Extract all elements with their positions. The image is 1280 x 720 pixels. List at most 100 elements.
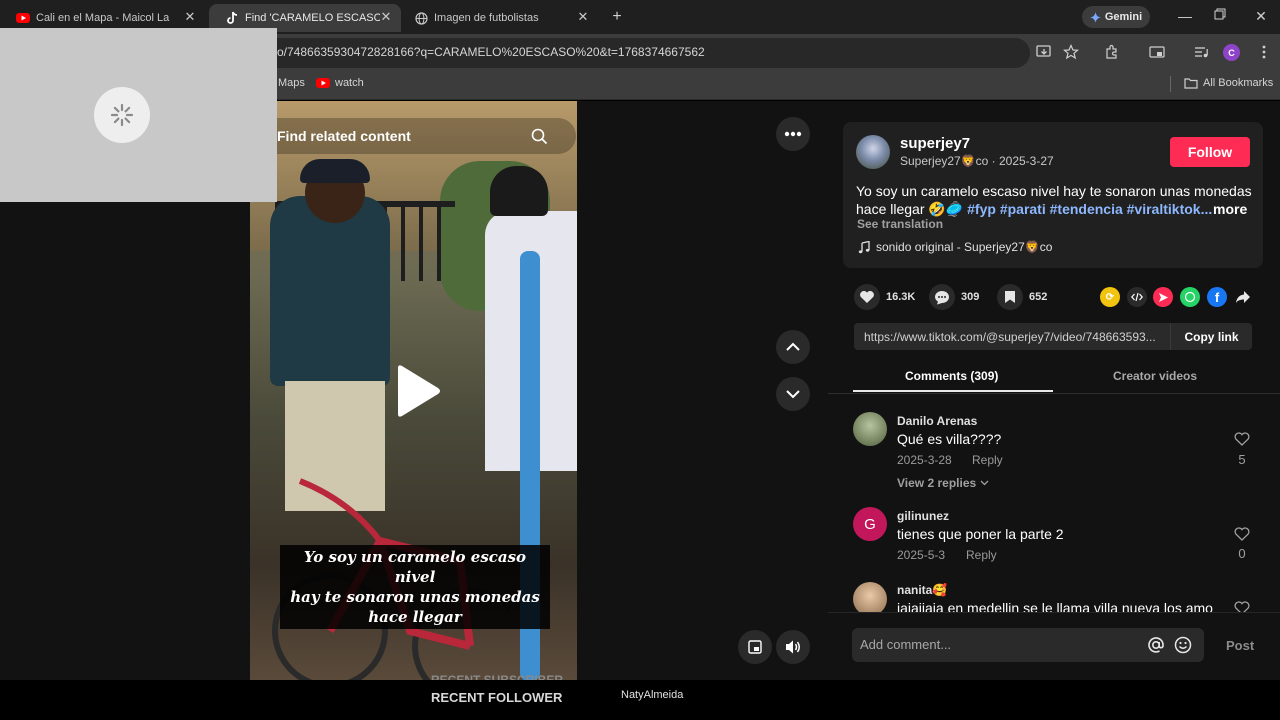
- bookmark-maps[interactable]: Maps: [278, 77, 305, 89]
- like-button[interactable]: 16.3K: [854, 284, 915, 310]
- extensions-icon[interactable]: [1104, 44, 1120, 60]
- person-right-hat: [490, 166, 548, 216]
- comment-placeholder: Add comment...: [860, 637, 952, 652]
- author-avatar[interactable]: [856, 135, 890, 169]
- media-controls-icon[interactable]: [1193, 44, 1209, 60]
- commenter-name[interactable]: nanita🥰: [897, 583, 947, 597]
- volume-button[interactable]: [776, 630, 810, 664]
- tab-creator-videos[interactable]: Creator videos: [1113, 369, 1197, 383]
- folder-icon: [1184, 77, 1198, 89]
- gemini-label: Gemini: [1104, 11, 1143, 23]
- sound-link[interactable]: sonido original - Superjey27🦁co: [858, 240, 1052, 254]
- bookmark-star-icon[interactable]: [1063, 44, 1079, 60]
- commenter-avatar[interactable]: G: [853, 507, 887, 541]
- comment-date: 2025-5-3: [897, 548, 946, 562]
- globe-icon: [414, 11, 428, 25]
- video-caption: Yo soy un caramelo escaso nivel hay te s…: [280, 545, 550, 629]
- comment-button[interactable]: 309: [929, 284, 979, 310]
- comment-heart-icon[interactable]: [1234, 527, 1250, 543]
- install-app-icon[interactable]: [1036, 44, 1052, 60]
- emoji-icon[interactable]: [1174, 636, 1192, 654]
- commenter-avatar[interactable]: [853, 412, 887, 446]
- person-left-shirt: [270, 196, 390, 386]
- profile-avatar[interactable]: C: [1223, 44, 1240, 61]
- all-bookmarks[interactable]: All Bookmarks: [1184, 77, 1273, 89]
- reply-button[interactable]: Reply: [972, 453, 1003, 467]
- whatsapp-icon[interactable]: [1180, 287, 1200, 307]
- commenter-avatar[interactable]: [853, 582, 887, 616]
- like-count: 16.3K: [886, 291, 916, 303]
- embed-icon[interactable]: [1127, 287, 1147, 307]
- commenter-name[interactable]: gilinunez: [897, 509, 949, 523]
- chevron-down-icon: [785, 389, 801, 399]
- gemini-icon: [1089, 11, 1101, 23]
- caption-line-3: hace llegar: [368, 608, 462, 626]
- bookmark-watch[interactable]: watch: [316, 77, 364, 89]
- play-icon[interactable]: [392, 364, 442, 418]
- gemini-button[interactable]: Gemini: [1082, 6, 1150, 28]
- repost-icon[interactable]: ⟳: [1100, 287, 1120, 307]
- new-tab-button[interactable]: +: [609, 9, 625, 25]
- comment-heart-icon[interactable]: [1234, 432, 1250, 448]
- view-replies-button[interactable]: View 2 replies: [897, 476, 989, 490]
- tab-title: Imagen de futbolistas: [434, 12, 539, 24]
- picture-in-picture-button[interactable]: [738, 630, 772, 664]
- loading-spinner-icon: [94, 87, 150, 143]
- picture-in-picture-icon: [747, 639, 763, 655]
- active-tab-indicator: [853, 390, 1053, 392]
- commenter-name[interactable]: Danilo Arenas: [897, 414, 977, 428]
- tiktok-icon: [225, 11, 239, 25]
- comment-like-count: 0: [1238, 546, 1246, 561]
- next-video-button[interactable]: [776, 377, 810, 411]
- copy-link-button[interactable]: Copy link: [1170, 323, 1252, 350]
- person-left-cap: [300, 159, 370, 183]
- comment-heart-icon[interactable]: [1234, 601, 1250, 612]
- post-comment-button[interactable]: Post: [1226, 638, 1254, 653]
- mention-icon[interactable]: [1147, 636, 1165, 654]
- close-tab-icon[interactable]: ✕: [379, 10, 393, 24]
- description-hashtags[interactable]: #fyp #parati #tendencia #viraltiktok...: [967, 201, 1212, 217]
- youtube-icon: [16, 11, 30, 25]
- bookmark-label: Maps: [278, 77, 305, 89]
- bookmarks-divider: [1170, 76, 1171, 92]
- close-window-icon[interactable]: ✕: [1253, 8, 1269, 24]
- youtube-icon: [316, 78, 330, 88]
- previous-video-button[interactable]: [776, 330, 810, 364]
- follow-button[interactable]: Follow: [1170, 137, 1250, 167]
- chevron-up-icon: [785, 342, 801, 352]
- comment-text: Qué es villa????: [897, 431, 1002, 447]
- caption-line-2: hay te sonaron unas monedas: [290, 588, 540, 606]
- reply-button[interactable]: Reply: [966, 548, 997, 562]
- kebab-menu-icon[interactable]: [1256, 44, 1272, 60]
- video-link[interactable]: https://www.tiktok.com/@superjey7/video/…: [864, 330, 1164, 344]
- save-button[interactable]: 652: [997, 284, 1047, 310]
- url-text[interactable]: o/7486635930472828166?q=CARAMELO%20ESCAS…: [277, 45, 705, 59]
- save-count: 652: [1029, 291, 1048, 303]
- tab-futbolistas[interactable]: Imagen de futbolistas ✕: [398, 4, 598, 32]
- more-button[interactable]: more: [1213, 201, 1247, 217]
- comment-text: tienes que poner la parte 2: [897, 526, 1064, 542]
- share-arrow-icon[interactable]: [1233, 287, 1253, 307]
- tab-title: Cali en el Mapa - Maicol La M: [36, 12, 171, 24]
- maximize-icon[interactable]: [1214, 8, 1230, 24]
- tab-comments[interactable]: Comments (309): [905, 369, 998, 383]
- recent-follower-label: RECENT FOLLOWER: [431, 690, 563, 705]
- facebook-icon[interactable]: f: [1207, 287, 1227, 307]
- sound-name: sonido original - Superjey27🦁co: [876, 240, 1053, 254]
- video-search-placeholder: Find related content: [277, 128, 411, 144]
- see-translation-link[interactable]: See translation: [857, 217, 943, 231]
- search-icon[interactable]: [531, 128, 548, 145]
- comment-icon: [929, 284, 955, 310]
- comment-date: 2025-3-28: [897, 453, 952, 467]
- author-nickname-date: Superjey27🦁co · 2025-3-27: [900, 154, 1054, 168]
- all-bookmarks-label: All Bookmarks: [1203, 77, 1274, 89]
- post-description: Yo soy un caramelo escaso nivel hay te s…: [856, 182, 1256, 218]
- close-tab-icon[interactable]: ✕: [183, 10, 197, 24]
- send-icon[interactable]: [1153, 287, 1173, 307]
- minimize-icon[interactable]: —: [1177, 8, 1193, 24]
- close-tab-icon[interactable]: ✕: [576, 10, 590, 24]
- cast-icon[interactable]: [1149, 44, 1165, 60]
- author-username[interactable]: superjey7: [900, 135, 970, 152]
- heart-icon: [854, 284, 880, 310]
- more-options-button[interactable]: [776, 117, 810, 151]
